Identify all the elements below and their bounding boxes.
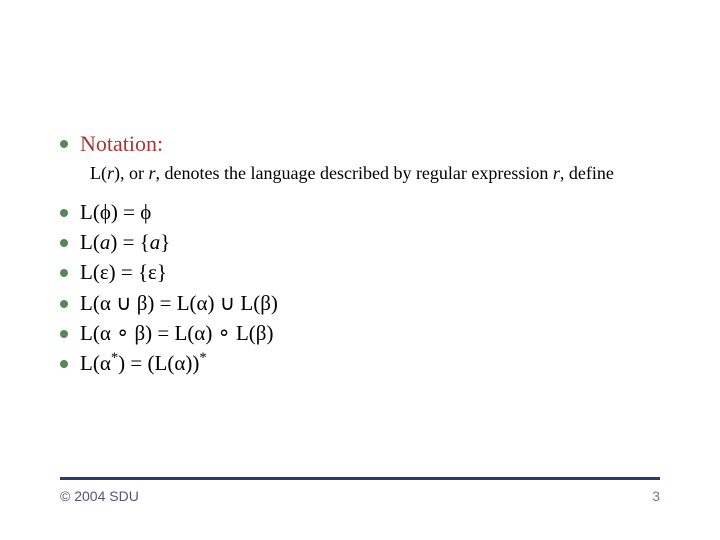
var-a: a bbox=[150, 230, 161, 254]
formula-text: L(α ∪ β) = L(α) ∪ L(β) bbox=[80, 290, 278, 316]
txt: , denotes the language described by regu… bbox=[156, 163, 553, 183]
notation-label: Notation: bbox=[80, 130, 163, 158]
bullet-dot-icon bbox=[60, 209, 68, 217]
formula-list: L(ϕ) = ϕ L(a) = {a} L(ε) = {ε} L(α ∪ β) … bbox=[60, 199, 660, 377]
star: * bbox=[199, 350, 206, 366]
txt: ), or bbox=[114, 163, 149, 183]
txt: ) = { bbox=[110, 230, 149, 254]
copyright-text: © 2004 SDU bbox=[60, 488, 139, 504]
bullet-dot-icon bbox=[60, 269, 68, 277]
footer-divider bbox=[60, 477, 660, 480]
var-r: r bbox=[149, 163, 156, 183]
txt: L( bbox=[90, 163, 107, 183]
bullet-dot-icon bbox=[60, 239, 68, 247]
formula-2: L(a) = {a} bbox=[60, 229, 660, 255]
bullet-dot-icon bbox=[60, 300, 68, 308]
txt: , define bbox=[560, 163, 614, 183]
bullet-dot-icon bbox=[60, 360, 68, 368]
var-a: a bbox=[100, 230, 111, 254]
formula-text: L(α ∘ β) = L(α) ∘ L(β) bbox=[80, 320, 273, 346]
formula-4: L(α ∪ β) = L(α) ∪ L(β) bbox=[60, 290, 660, 316]
slide: Notation: L(r), or r, denotes the langua… bbox=[0, 0, 720, 540]
formula-text: L(α*) = (L(α))* bbox=[80, 350, 207, 376]
formula-3: L(ε) = {ε} bbox=[60, 259, 660, 285]
formula-text: L(ε) = {ε} bbox=[80, 259, 167, 285]
txt: } bbox=[160, 230, 170, 254]
var-r: r bbox=[553, 163, 560, 183]
bullet-dot-icon bbox=[60, 140, 68, 148]
notation-sub-text: L(r), or r, denotes the language describ… bbox=[90, 163, 614, 183]
notation-definition: L(r), or r, denotes the language describ… bbox=[60, 162, 660, 185]
formula-text: L(a) = {a} bbox=[80, 229, 170, 255]
bullet-notation: Notation: bbox=[60, 130, 660, 158]
bullet-dot-icon bbox=[60, 330, 68, 338]
formula-text: L(ϕ) = ϕ bbox=[80, 199, 151, 225]
txt: L( bbox=[80, 230, 100, 254]
formula-6: L(α*) = (L(α))* bbox=[60, 350, 660, 376]
formula-5: L(α ∘ β) = L(α) ∘ L(β) bbox=[60, 320, 660, 346]
txt: L(α bbox=[80, 351, 111, 375]
page-number: 3 bbox=[652, 488, 660, 504]
var-r: r bbox=[107, 163, 114, 183]
txt: ) = (L(α)) bbox=[118, 351, 199, 375]
formula-1: L(ϕ) = ϕ bbox=[60, 199, 660, 225]
footer: © 2004 SDU 3 bbox=[60, 488, 660, 504]
